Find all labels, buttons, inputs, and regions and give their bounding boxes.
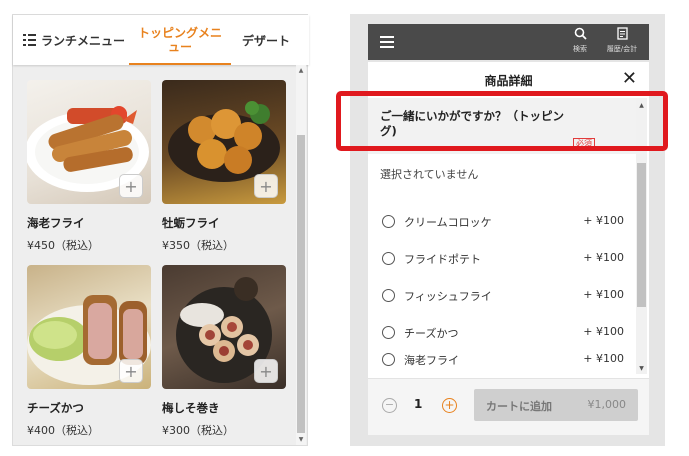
- tab-topping-menu[interactable]: トッピングメニュー: [129, 15, 231, 65]
- tab-dessert[interactable]: デザート: [233, 15, 299, 65]
- item-price: ¥300（税込）: [162, 424, 234, 437]
- item-name: チーズかつ: [27, 401, 84, 415]
- tab-label: トッピングメニュー: [137, 26, 222, 54]
- tab-lunch-menu[interactable]: ランチメニュー: [21, 15, 127, 65]
- topping-option[interactable]: チーズかつ + ¥100: [368, 318, 636, 348]
- list-icon: [22, 34, 36, 46]
- topping-option[interactable]: フライドポテト + ¥100: [368, 244, 636, 274]
- add-to-order-button[interactable]: +: [254, 359, 278, 383]
- menu-panel: ランチメニュー トッピングメニュー デザート + 海老フライ ¥450（税込） …: [12, 14, 309, 447]
- scroll-thumb[interactable]: [637, 163, 646, 307]
- plus-circle-icon[interactable]: +: [442, 398, 457, 413]
- add-to-order-button[interactable]: +: [119, 174, 143, 198]
- food-photo: +: [162, 80, 286, 204]
- radio-button[interactable]: [382, 289, 395, 302]
- radio-button[interactable]: [382, 353, 395, 366]
- option-price: + ¥100: [583, 352, 624, 365]
- plus-icon: +: [259, 361, 273, 381]
- search-button[interactable]: 検索: [562, 27, 598, 54]
- menu-item-card[interactable]: + 梅しそ巻き ¥300（税込）: [162, 265, 286, 437]
- item-price: ¥400（税込）: [27, 424, 99, 437]
- order-footer: − 1 + カートに追加 ¥1,000: [368, 378, 649, 435]
- menu-item-card[interactable]: + 牡蛎フライ ¥350（税込）: [162, 80, 286, 252]
- item-price: ¥350（税込）: [162, 239, 234, 252]
- product-detail-screen: 検索 履歴/会計 商品詳細 ✕ ご一緒にいかがですか？（トッピング) 必須 ︿ …: [350, 14, 665, 446]
- menu-grid: + 海老フライ ¥450（税込） + 牡蛎フライ ¥350（税込） + チーズか…: [13, 65, 297, 447]
- add-to-cart-label: カートに追加: [486, 400, 552, 413]
- scroll-down-arrow-icon[interactable]: ▼: [636, 365, 647, 372]
- option-price: + ¥100: [583, 325, 624, 338]
- item-price: ¥450（税込）: [27, 239, 99, 252]
- radio-button[interactable]: [382, 215, 395, 228]
- hamburger-icon[interactable]: [380, 36, 394, 48]
- add-to-cart-price: ¥1,000: [587, 398, 627, 411]
- plus-icon: +: [124, 361, 138, 381]
- topping-option[interactable]: クリームコロッケ + ¥100: [368, 207, 636, 237]
- food-photo: +: [27, 80, 151, 204]
- option-name: 海老フライ: [404, 354, 459, 367]
- option-price: + ¥100: [583, 288, 624, 301]
- food-photo: +: [27, 265, 151, 389]
- receipt-icon: [604, 27, 640, 44]
- highlight-annotation: [336, 91, 668, 151]
- add-to-order-button[interactable]: +: [254, 174, 278, 198]
- add-to-order-button[interactable]: +: [119, 359, 143, 383]
- item-name: 海老フライ: [27, 216, 85, 230]
- app-header: 検索 履歴/会計: [368, 24, 649, 60]
- radio-button[interactable]: [382, 252, 395, 265]
- category-tabs: ランチメニュー トッピングメニュー デザート: [13, 15, 309, 65]
- item-name: 梅しそ巻き: [162, 401, 220, 415]
- search-icon: [562, 27, 598, 44]
- history-checkout-label: 履歴/会計: [606, 45, 638, 53]
- option-name: フィッシュフライ: [404, 290, 492, 303]
- option-name: クリームコロッケ: [404, 216, 492, 229]
- add-to-cart-button[interactable]: カートに追加 ¥1,000: [474, 389, 638, 421]
- menu-item-card[interactable]: + チーズかつ ¥400（税込）: [27, 265, 151, 437]
- history-checkout-button[interactable]: 履歴/会計: [604, 27, 640, 54]
- menu-scrollbar[interactable]: ▲ ▼: [296, 65, 306, 445]
- menu-item-card[interactable]: + 海老フライ ¥450（税込）: [27, 80, 151, 252]
- option-name: チーズかつ: [404, 327, 459, 340]
- search-label: 検索: [573, 45, 587, 53]
- minus-circle-icon[interactable]: −: [382, 398, 397, 413]
- tab-label: ランチメニュー: [40, 33, 125, 48]
- scroll-up-arrow-icon[interactable]: ▲: [296, 67, 306, 74]
- topping-option[interactable]: フィッシュフライ + ¥100: [368, 281, 636, 311]
- modal-title: 商品詳細: [484, 74, 533, 88]
- radio-button[interactable]: [382, 326, 395, 339]
- plus-icon: +: [124, 176, 138, 196]
- selection-status: 選択されていません: [380, 168, 479, 181]
- option-name: フライドポテト: [404, 253, 481, 266]
- item-name: 牡蛎フライ: [162, 216, 220, 230]
- quantity-value: 1: [414, 397, 423, 411]
- option-price: + ¥100: [583, 251, 624, 264]
- scroll-thumb[interactable]: [297, 135, 305, 433]
- tab-label: デザート: [241, 33, 290, 48]
- food-photo: +: [162, 265, 286, 389]
- topping-option[interactable]: 海老フライ + ¥100: [368, 345, 636, 375]
- plus-icon: +: [259, 176, 273, 196]
- close-icon[interactable]: ✕: [622, 70, 637, 88]
- option-price: + ¥100: [583, 214, 624, 227]
- scroll-down-arrow-icon[interactable]: ▼: [296, 436, 306, 443]
